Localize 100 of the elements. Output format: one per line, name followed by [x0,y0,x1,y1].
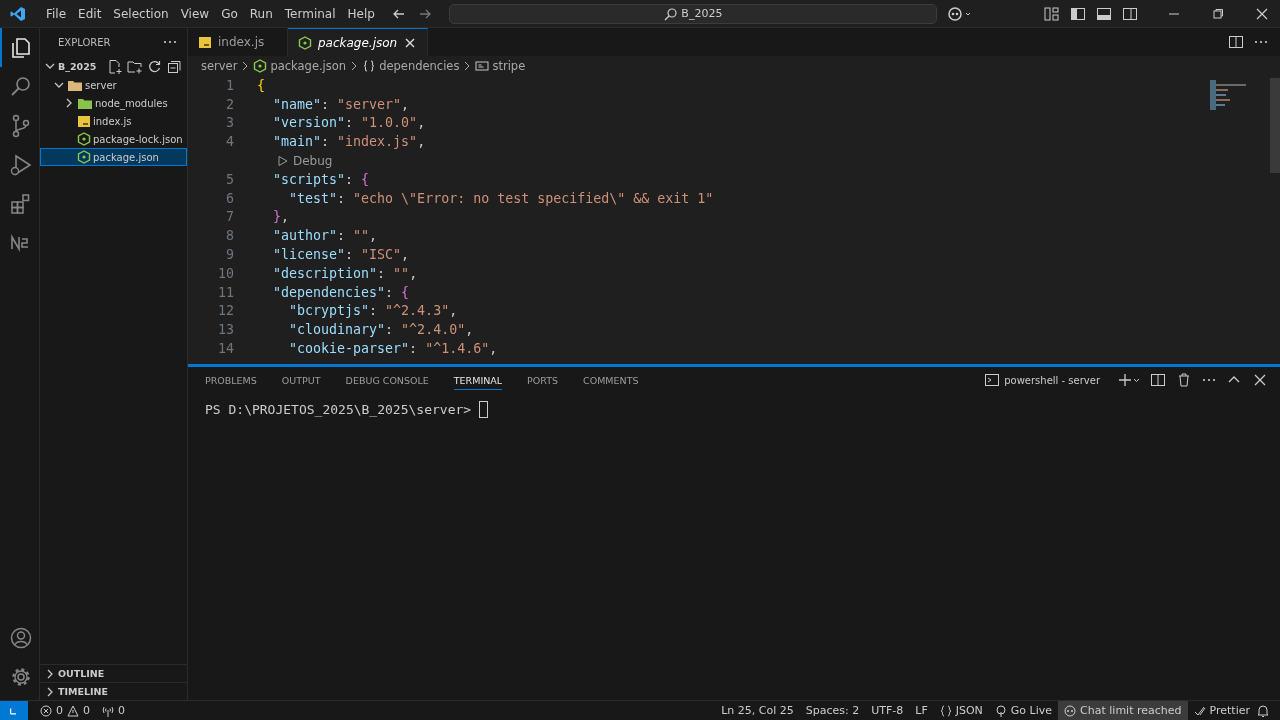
line-number: 12 [217,303,234,319]
scrollbar[interactable] [1270,78,1280,173]
status-item[interactable]: Ln 25, Col 25 [715,701,800,720]
tree-item[interactable]: server [40,76,187,94]
sidebar-toggle-icon[interactable] [1070,5,1086,22]
add-terminal-icon[interactable] [1118,373,1140,387]
panel-tab[interactable]: DEBUG CONSOLE [345,370,429,390]
line-number: 14 [217,341,234,357]
status-item[interactable]: Chat limit reached [1058,701,1188,720]
sidebar-title: EXPLORER [58,36,111,48]
folder-icon [67,78,83,92]
refresh-icon[interactable] [147,58,162,74]
terminal-selector[interactable]: powershell - server [984,372,1100,388]
panel-toggle-icon[interactable] [1096,5,1112,22]
panel-tab[interactable]: PORTS [527,370,559,390]
status-item[interactable]: UTF-8 [865,701,910,720]
line-number: 8 [225,228,234,244]
js-file-icon [77,114,91,128]
panel-tab[interactable]: COMMENTS [583,370,639,390]
line-number: 7 [225,209,234,225]
account-icon[interactable] [8,625,33,650]
node-file-icon [298,35,312,50]
search-icon [663,6,678,21]
split-terminal-icon[interactable] [1150,372,1166,388]
breadcrumb-item[interactable]: package.json [270,59,347,73]
status-item[interactable]: Go Live [988,701,1059,720]
play-icon [277,154,289,167]
js-file-icon [198,35,212,49]
menu-item[interactable]: Go [215,4,244,23]
terminal-cursor [478,401,488,418]
collapse-all-icon[interactable] [167,58,182,74]
minimap-drawing [1210,80,1248,112]
braces-icon [362,59,377,73]
code-line: }, [272,209,290,225]
braces-icon [939,704,952,717]
menu-item[interactable]: File [40,4,73,23]
line-number: 6 [225,190,234,206]
status-item[interactable]: Prettier [1187,701,1256,720]
editor-tab[interactable]: package.json [288,28,429,56]
code-line: { [257,77,265,93]
status-item[interactable]: JSON [933,701,989,720]
code-line: "version": "1.0.0", [272,115,426,131]
line-number: 13 [217,322,234,338]
menu-item[interactable]: Help [341,4,381,23]
tree-item[interactable]: index.js [40,112,187,130]
folder-icon [77,96,93,110]
code-line: "license": "ISC", [272,247,410,263]
node-file-icon [77,150,91,164]
warning-icon [67,704,79,717]
bell-icon[interactable] [1256,703,1270,718]
code-line: "main": "index.js", [272,134,426,150]
section-title[interactable]: TIMELINE [58,686,108,697]
panel-tab[interactable]: TERMINAL [453,370,503,390]
double-check-icon [1193,704,1206,717]
menu-item[interactable]: View [174,4,216,23]
terminal-icon [984,372,1001,388]
menu-item[interactable]: Run [243,4,279,23]
code-line: "scripts": { [272,171,370,187]
run-debug-icon[interactable] [8,152,33,177]
chat-icon [1064,704,1077,717]
close-icon[interactable] [1252,372,1268,388]
tree-item[interactable]: package-lock.json [40,130,187,148]
code-line: "test": "echo \"Error: no test specified\" && exit 1" [288,190,714,206]
layout-icon[interactable] [1044,5,1060,22]
tree-item[interactable]: node_modules [40,94,187,112]
section-title[interactable]: OUTLINE [58,668,105,679]
new-folder-icon[interactable] [127,58,142,74]
code-line: "cookie-parser": "^1.4.6", [288,341,498,357]
node-file-icon [77,132,91,146]
line-number: 2 [225,96,234,112]
secondary-sidebar-icon[interactable] [1122,5,1138,22]
panel-tab[interactable]: PROBLEMS [205,370,257,390]
section-title[interactable]: B_2025 [58,60,97,72]
trash-icon[interactable] [1176,372,1192,388]
debug-codelens[interactable]: Debug [277,153,333,168]
code-line: "dependencies": { [272,284,410,300]
error-icon [40,704,52,717]
line-number: 11 [217,284,234,300]
code-line: "cloudinary": "^2.4.0", [288,322,474,338]
problems-status[interactable]: 0 0 [34,701,96,720]
code-line: "bcryptjs": "^2.4.3", [288,303,458,319]
breadcrumb-item[interactable]: stripe [492,59,526,73]
menu-item[interactable]: Selection [107,4,175,23]
split-editor-icon[interactable] [1228,34,1244,50]
node-file-icon [253,59,268,73]
code-line: "description": "", [272,265,418,281]
command-center[interactable]: B_2025 [448,3,937,24]
status-item[interactable]: LF [909,701,934,720]
menu-item[interactable]: Edit [72,4,108,23]
panel-tab[interactable]: OUTPUT [281,370,321,390]
breadcrumb-item[interactable]: server [201,59,238,73]
new-file-icon[interactable] [107,58,122,74]
tree-item[interactable]: package.json [40,148,187,166]
ports-status[interactable]: 0 [96,701,131,720]
status-item[interactable]: Spaces: 2 [799,701,866,720]
menu-item[interactable]: Terminal [278,4,342,23]
line-number: 3 [225,115,234,131]
antenna-icon [102,704,114,717]
field-icon [475,59,490,73]
breadcrumb-item[interactable]: dependencies [379,59,460,73]
